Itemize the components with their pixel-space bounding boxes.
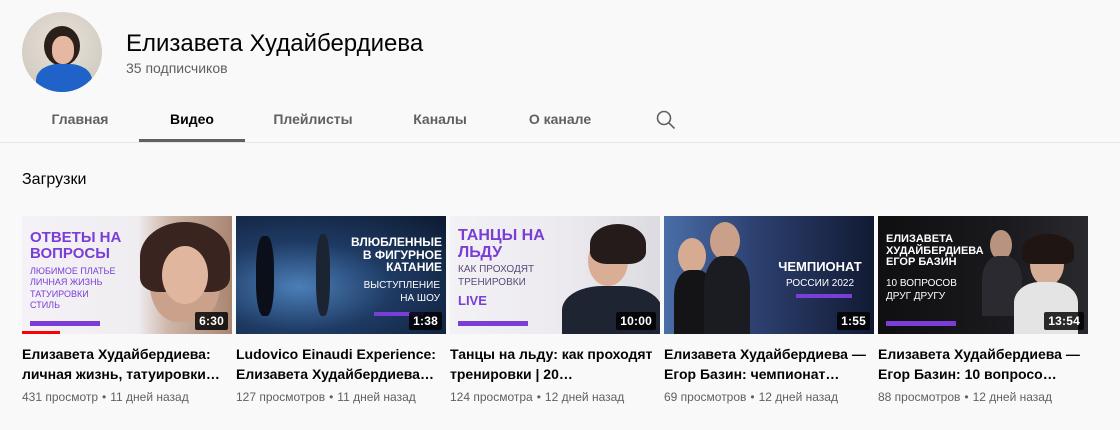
video-meta: 127 просмотров • 11 дней назад	[236, 390, 416, 404]
video-duration: 10:00	[616, 312, 656, 330]
channel-avatar[interactable]	[22, 12, 102, 92]
upload-age: 12 дней назад	[758, 390, 838, 404]
video-thumbnail[interactable]: ЧЕМПИОНАТ РОССИИ 2022 1:55	[664, 216, 874, 334]
video-duration: 6:30	[195, 312, 228, 330]
video-thumbnail[interactable]: ВЛЮБЛЕННЫЕ В ФИГУРНОЕ КАТАНИЕ ВЫСТУПЛЕНИ…	[236, 216, 446, 334]
video-card[interactable]: ТАНЦЫ НА ЛЬДУ КАК ПРОХОДЯТ ТРЕНИРОВКИ LIV…	[450, 216, 660, 404]
tab-home[interactable]: Главная	[22, 100, 138, 140]
tab-channels[interactable]: Каналы	[382, 100, 498, 140]
thumb-subtitle: ВЫСТУПЛЕНИЕ НА ШОУ	[363, 280, 440, 304]
thumb-subtitle: 10 ВОПРОСОВ ДРУГ ДРУГУ	[886, 278, 957, 302]
video-duration: 1:55	[837, 312, 870, 330]
video-thumbnail[interactable]: ЕЛИЗАВЕТА ХУДАЙБЕРДИЕВА ЕГОР БАЗИН 10 ВО…	[878, 216, 1088, 334]
video-meta: 431 просмотр • 11 дней назад	[22, 390, 189, 404]
thumb-subtitle: ЛЮБИМОЕ ПЛАТЬЕ ЛИЧНАЯ ЖИЗНЬ ТАТУИРОВКИ СТИ…	[30, 266, 116, 310]
view-count: 127 просмотров	[236, 390, 326, 404]
video-meta: 88 просмотров • 12 дней назад	[878, 390, 1052, 404]
subscriber-count: 35 подписчиков	[126, 60, 228, 76]
section-title: Загрузки	[22, 171, 87, 188]
channel-header: Елизавета Худайбердиева 35 подписчиков Г…	[0, 0, 1120, 142]
thumb-subtitle: КАК ПРОХОДЯТ ТРЕНИРОВКИ	[458, 264, 535, 288]
brand-tag	[886, 321, 956, 326]
video-card[interactable]: ВЛЮБЛЕННЫЕ В ФИГУРНОЕ КАТАНИЕ ВЫСТУПЛЕНИ…	[236, 216, 446, 404]
video-duration: 1:38	[409, 312, 442, 330]
thumb-live-label: LIVE	[458, 293, 487, 308]
upload-age: 11 дней назад	[337, 390, 416, 404]
search-icon[interactable]	[654, 108, 678, 132]
video-title[interactable]: Елизавета Худайбердиева — Егор Базин: че…	[664, 344, 869, 384]
thumb-title: ЧЕМПИОНАТ	[778, 259, 862, 274]
video-title[interactable]: Елизавета Худайбердиева: личная жизнь, т…	[22, 344, 227, 384]
brand-tag	[796, 294, 852, 298]
video-meta: 69 просмотров • 12 дней назад	[664, 390, 838, 404]
view-count: 69 просмотров	[664, 390, 747, 404]
thumb-title: ВЛЮБЛЕННЫЕ В ФИГУРНОЕ КАТАНИЕ	[351, 235, 442, 275]
thumb-title: ТАНЦЫ НА ЛЬДУ	[458, 227, 545, 261]
video-title[interactable]: Елизавета Худайбердиева — Егор Базин: 10…	[878, 344, 1083, 384]
thumb-subtitle: РОССИИ 2022	[785, 278, 855, 289]
video-thumbnail[interactable]: ОТВЕТЫ НА ВОПРОСЫ ЛЮБИМОЕ ПЛАТЬЕ ЛИЧНАЯ Ж…	[22, 216, 232, 334]
upload-age: 11 дней назад	[110, 390, 189, 404]
brand-tag	[30, 321, 100, 326]
video-duration: 13:54	[1044, 312, 1084, 330]
thumb-title: ЕЛИЗАВЕТА ХУДАЙБЕРДИЕВА ЕГОР БАЗИН	[886, 233, 984, 269]
upload-age: 12 дней назад	[972, 390, 1052, 404]
tab-videos[interactable]: Видео	[139, 100, 245, 142]
video-card[interactable]: ОТВЕТЫ НА ВОПРОСЫ ЛЮБИМОЕ ПЛАТЬЕ ЛИЧНАЯ Ж…	[22, 216, 232, 404]
thumb-title: ОТВЕТЫ НА ВОПРОСЫ	[30, 229, 122, 262]
view-count: 431 просмотр	[22, 390, 99, 404]
brand-tag	[458, 321, 528, 326]
video-card[interactable]: ЧЕМПИОНАТ РОССИИ 2022 1:55 Елизавета Худ…	[664, 216, 874, 404]
video-thumbnail[interactable]: ТАНЦЫ НА ЛЬДУ КАК ПРОХОДЯТ ТРЕНИРОВКИ LIV…	[450, 216, 660, 334]
tab-about[interactable]: О канале	[500, 100, 620, 140]
video-meta: 124 просмотра • 12 дней назад	[450, 390, 625, 404]
video-title[interactable]: Ludovico Einaudi Experience: Елизавета Х…	[236, 344, 441, 384]
upload-age: 12 дней назад	[544, 390, 625, 404]
video-title[interactable]: Танцы на льду: как проходят тренировки |…	[450, 344, 655, 384]
channel-name: Елизавета Худайбердиева	[126, 30, 424, 57]
tab-playlists[interactable]: Плейлисты	[246, 100, 380, 140]
video-card[interactable]: ЕЛИЗАВЕТА ХУДАЙБЕРДИЕВА ЕГОР БАЗИН 10 ВО…	[878, 216, 1088, 404]
watch-progress-bar	[22, 331, 60, 334]
view-count: 88 просмотров	[878, 390, 961, 404]
view-count: 124 просмотра	[450, 390, 533, 404]
